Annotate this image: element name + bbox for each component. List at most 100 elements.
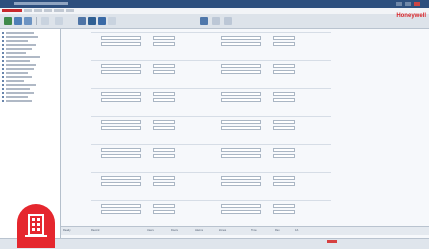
status-time: Time [251, 229, 257, 232]
form-field[interactable] [101, 176, 141, 180]
form-field[interactable] [273, 210, 295, 214]
form-field[interactable] [221, 36, 261, 40]
forward-icon[interactable] [55, 17, 63, 25]
list-icon[interactable] [224, 17, 232, 25]
form-field[interactable] [221, 204, 261, 208]
brand-logo: Honeywell [396, 13, 426, 19]
section-divider [211, 116, 331, 117]
form-field[interactable] [101, 182, 141, 186]
zoom-icon[interactable] [200, 17, 208, 25]
form-field[interactable] [153, 148, 175, 152]
open-icon[interactable] [4, 17, 12, 25]
section-divider [91, 32, 211, 33]
minimize-button[interactable] [396, 2, 402, 6]
form-field[interactable] [153, 64, 175, 68]
form-field[interactable] [221, 70, 261, 74]
form-field[interactable] [273, 204, 295, 208]
form-field[interactable] [153, 120, 175, 124]
section-divider [91, 172, 211, 173]
form-field[interactable] [221, 154, 261, 158]
folder-icon [2, 40, 4, 42]
form-field[interactable] [221, 148, 261, 152]
form-field[interactable] [273, 92, 295, 96]
form-field[interactable] [273, 120, 295, 124]
form-field[interactable] [101, 42, 141, 46]
menu-item-tools[interactable] [54, 9, 64, 12]
form-field[interactable] [153, 210, 175, 214]
form-field[interactable] [101, 64, 141, 68]
folder-icon [2, 48, 4, 50]
form-column-left [91, 29, 211, 239]
form-field[interactable] [221, 64, 261, 68]
folder-icon [2, 88, 4, 90]
status-ready: Ready [63, 229, 71, 232]
folder-icon [2, 52, 4, 54]
form-field[interactable] [153, 126, 175, 130]
section-divider [211, 88, 331, 89]
form-field[interactable] [221, 120, 261, 124]
form-field[interactable] [273, 36, 295, 40]
form-field[interactable] [101, 126, 141, 130]
form-field[interactable] [221, 42, 261, 46]
form-field[interactable] [273, 176, 295, 180]
form-field[interactable] [153, 70, 175, 74]
form-field[interactable] [221, 176, 261, 180]
window-title [14, 2, 68, 5]
form-field[interactable] [101, 36, 141, 40]
form-field[interactable] [153, 92, 175, 96]
back-icon[interactable] [41, 17, 49, 25]
form-field[interactable] [273, 126, 295, 130]
form-field[interactable] [101, 148, 141, 152]
form-field[interactable] [101, 210, 141, 214]
form-field[interactable] [101, 70, 141, 74]
section-divider [211, 200, 331, 201]
form-field[interactable] [101, 92, 141, 96]
form-field[interactable] [221, 98, 261, 102]
form-field[interactable] [221, 210, 261, 214]
form-field[interactable] [221, 182, 261, 186]
form-field[interactable] [273, 148, 295, 152]
folder-icon [2, 76, 4, 78]
filter-icon[interactable] [108, 17, 116, 25]
toolbar [0, 14, 429, 29]
form-field[interactable] [273, 182, 295, 186]
folder-icon [2, 36, 4, 38]
menu-item-help[interactable] [66, 9, 74, 12]
status-users: Users [147, 229, 154, 232]
form-field[interactable] [153, 36, 175, 40]
folder-icon [2, 60, 4, 62]
refresh-icon[interactable] [78, 17, 86, 25]
brand-logo-small [2, 9, 22, 12]
form-field[interactable] [221, 126, 261, 130]
section-divider [91, 116, 211, 117]
search-icon[interactable] [212, 17, 220, 25]
gear-icon[interactable] [88, 17, 96, 25]
print-icon[interactable] [24, 17, 32, 25]
close-button[interactable] [414, 2, 420, 6]
form-field[interactable] [101, 204, 141, 208]
form-field[interactable] [273, 64, 295, 68]
form-field[interactable] [273, 98, 295, 102]
help-icon[interactable] [98, 17, 106, 25]
section-divider [211, 144, 331, 145]
folder-icon [2, 56, 4, 58]
form-field[interactable] [153, 176, 175, 180]
form-field[interactable] [101, 98, 141, 102]
form-field[interactable] [273, 70, 295, 74]
form-field[interactable] [153, 182, 175, 186]
maximize-button[interactable] [405, 2, 411, 6]
form-field[interactable] [101, 154, 141, 158]
menu-item-view[interactable] [44, 9, 52, 12]
form-field[interactable] [153, 154, 175, 158]
form-field[interactable] [221, 92, 261, 96]
form-field[interactable] [101, 120, 141, 124]
form-field[interactable] [153, 42, 175, 46]
form-field[interactable] [273, 42, 295, 46]
save-icon[interactable] [14, 17, 22, 25]
form-field[interactable] [153, 98, 175, 102]
menu-item-file[interactable] [24, 9, 32, 12]
menu-item-edit[interactable] [34, 9, 42, 12]
form-field[interactable] [153, 204, 175, 208]
form-field[interactable] [273, 154, 295, 158]
form-column-right [211, 29, 331, 239]
